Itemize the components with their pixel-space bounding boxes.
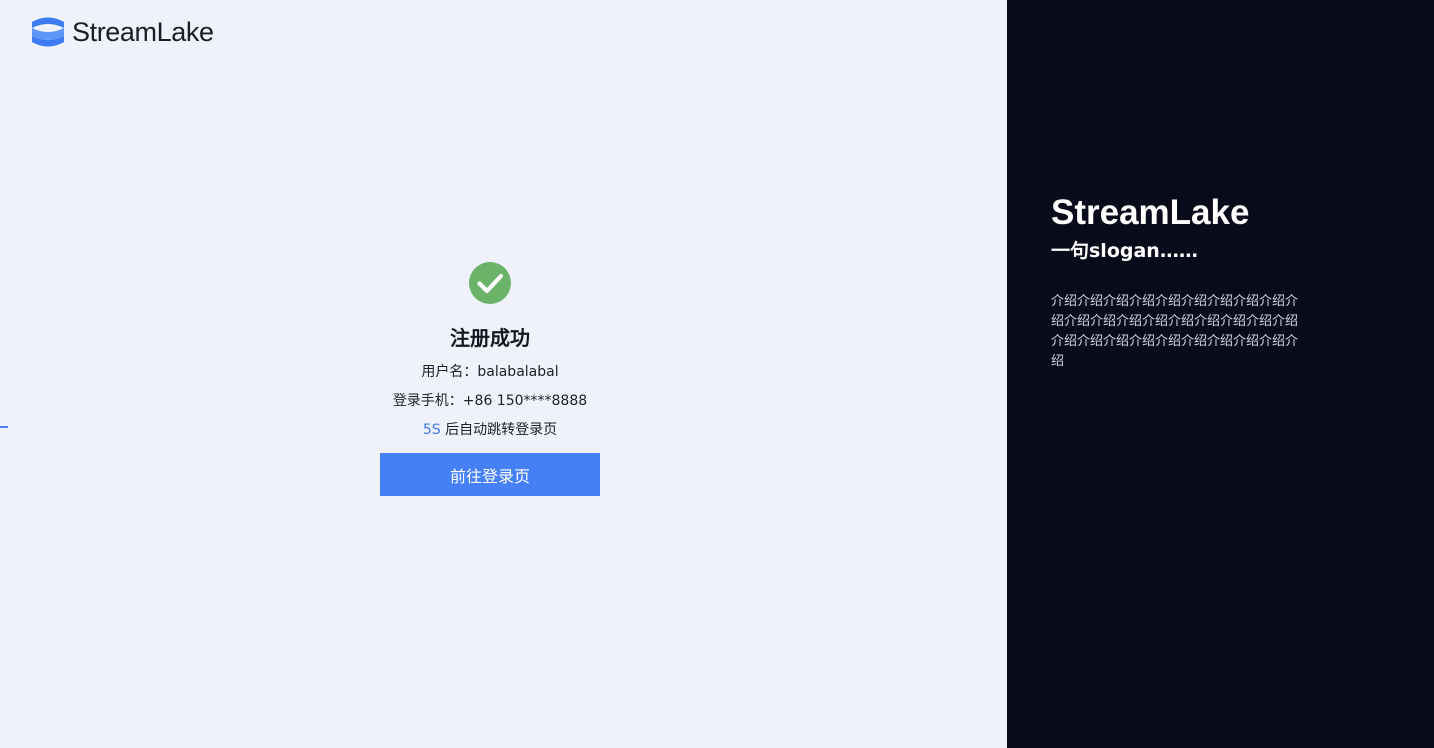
- redirect-line: 5S 后自动跳转登录页: [423, 420, 557, 440]
- logo-text: StreamLake: [72, 16, 214, 47]
- go-to-login-button[interactable]: 前往登录页: [380, 453, 600, 496]
- phone-line: 登录手机：+86 150****8888: [392, 393, 588, 409]
- brand-title: StreamLake: [1051, 193, 1250, 232]
- countdown-text: 5S: [422, 422, 441, 438]
- register-success-page: StreamLake 注册成功 用户名：balabalabal 登录手机：+86…: [0, 0, 1434, 748]
- brand-slogan: 一句slogan……: [1051, 240, 1198, 262]
- check-circle-icon: [469, 262, 511, 304]
- streamlake-logo[interactable]: StreamLake: [30, 14, 214, 50]
- main-pane: StreamLake 注册成功 用户名：balabalabal 登录手机：+86…: [0, 0, 1007, 748]
- redirect-text: 后自动跳转登录页: [440, 422, 558, 438]
- success-panel: 注册成功 用户名：balabalabal 登录手机：+86 150****888…: [380, 262, 600, 496]
- username-line: 用户名：balabalabal: [421, 364, 559, 380]
- brand-pane: StreamLake 一句slogan…… 介绍介绍介绍介绍介绍介绍介绍介绍介绍…: [1007, 0, 1434, 748]
- success-title: 注册成功: [450, 326, 530, 350]
- streamlake-logo-icon: [32, 17, 64, 47]
- edge-marker: [0, 426, 8, 428]
- brand-intro: 介绍介绍介绍介绍介绍介绍介绍介绍介绍介绍介绍介绍介绍介绍介绍介绍介绍介绍介绍介绍…: [1051, 294, 1299, 369]
